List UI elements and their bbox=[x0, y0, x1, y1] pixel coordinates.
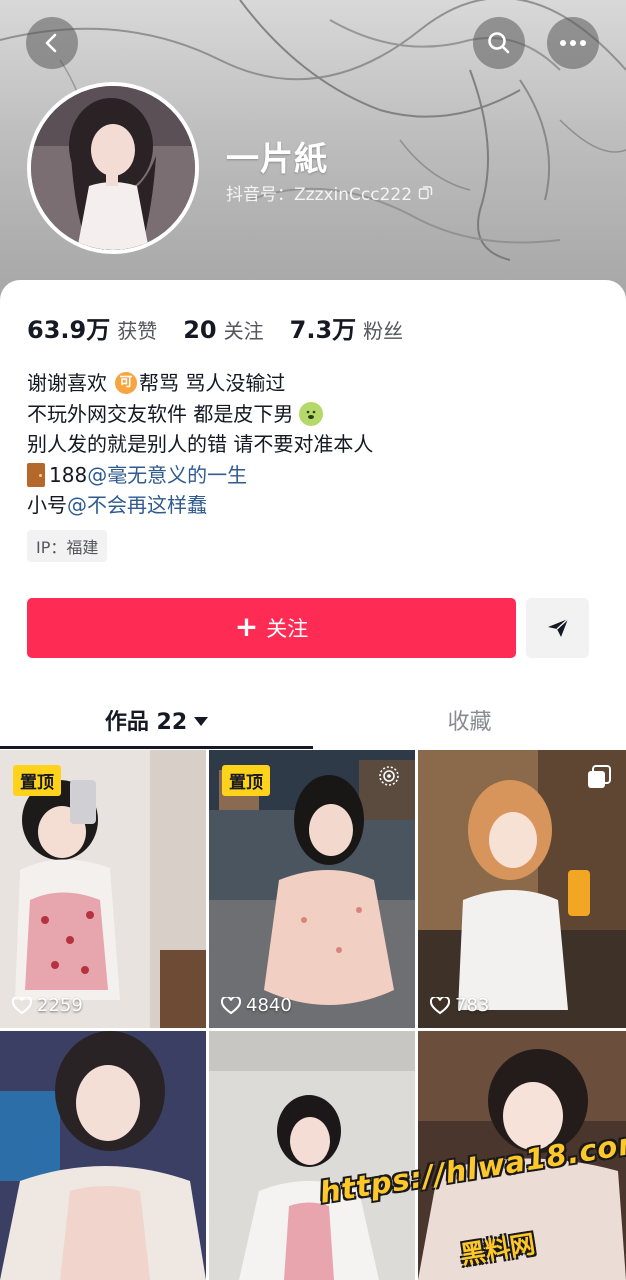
bio-text: 不玩外网交友软件 都是皮下男 bbox=[27, 401, 294, 426]
bio: 谢谢喜欢 可 帮骂 骂人没输过 不玩外网交友软件 都是皮下男 别人发的就是别人的… bbox=[27, 368, 373, 521]
thumbnail-image bbox=[418, 750, 626, 1028]
tab-indicator bbox=[0, 746, 313, 749]
search-icon bbox=[488, 32, 510, 54]
mention-link[interactable]: @不会再这样蠢 bbox=[67, 490, 207, 521]
stat-value: 63.9万 bbox=[27, 316, 111, 344]
copy-icon[interactable] bbox=[418, 185, 433, 200]
like-count-value: 783 bbox=[455, 995, 490, 1016]
stat-label: 粉丝 bbox=[363, 319, 404, 343]
follow-label: 关注 bbox=[266, 617, 309, 641]
heart-icon bbox=[221, 996, 241, 1014]
like-count: 783 bbox=[430, 995, 489, 1016]
stat-value: 7.3万 bbox=[289, 316, 357, 344]
stat-label: 获赞 bbox=[117, 319, 158, 343]
door-icon bbox=[27, 462, 45, 487]
bio-line: 188 @毫无意义的一生 bbox=[27, 460, 373, 491]
more-icon bbox=[560, 40, 586, 46]
bio-text: 别人发的就是别人的错 请不要对准本人 bbox=[27, 432, 374, 456]
stat-label: 关注 bbox=[223, 319, 264, 343]
bio-text: 188 bbox=[49, 462, 88, 487]
message-button[interactable] bbox=[526, 598, 589, 658]
profile-cover: 一片紙 抖音号：ZzzxinCcc222 bbox=[0, 0, 626, 300]
avatar[interactable] bbox=[27, 82, 199, 254]
bio-line: 谢谢喜欢 可 帮骂 骂人没输过 bbox=[27, 368, 373, 399]
like-count: 2259 bbox=[12, 995, 83, 1016]
douyin-id-text: 抖音号：ZzzxinCcc222 bbox=[226, 185, 413, 205]
thumbnail-image bbox=[0, 1031, 206, 1280]
thumbnail-image bbox=[209, 1031, 415, 1280]
caret-down-icon bbox=[194, 717, 209, 726]
video-thumbnail[interactable]: 783 bbox=[418, 750, 626, 1028]
like-count-value: 2259 bbox=[37, 995, 83, 1016]
content-tabs: 作品 22 收藏 bbox=[0, 694, 626, 750]
avatar-image bbox=[31, 86, 195, 250]
heart-icon bbox=[12, 996, 32, 1014]
pinned-badge: 置顶 bbox=[13, 765, 61, 796]
search-button[interactable] bbox=[473, 17, 525, 69]
bio-line: 小号 @不会再这样蠢 bbox=[27, 490, 373, 521]
stats-row: 63.9万 获赞 20 关注 7.3万 粉丝 bbox=[27, 310, 429, 345]
nickname: 一片紙 bbox=[226, 139, 328, 178]
like-count-value: 4840 bbox=[246, 995, 292, 1016]
video-thumbnail[interactable] bbox=[0, 1031, 206, 1280]
bio-text: 帮骂 骂人没输过 bbox=[139, 371, 286, 395]
douyin-id[interactable]: 抖音号：ZzzxinCcc222 bbox=[226, 180, 433, 205]
bio-text: 小号 bbox=[27, 493, 67, 517]
multi-image-icon bbox=[588, 765, 611, 788]
video-thumbnail[interactable]: 置顶 4840 bbox=[209, 750, 415, 1028]
bio-line: 别人发的就是别人的错 请不要对准本人 bbox=[27, 429, 373, 460]
ke-emoji-icon: 可 bbox=[115, 372, 137, 395]
video-thumbnail[interactable] bbox=[209, 1031, 415, 1280]
back-icon bbox=[45, 33, 57, 53]
stat-value: 20 bbox=[183, 316, 217, 344]
like-count: 4840 bbox=[221, 995, 292, 1016]
more-button[interactable] bbox=[547, 17, 599, 69]
mention-link[interactable]: @毫无意义的一生 bbox=[87, 460, 247, 491]
stat-following[interactable]: 20 关注 bbox=[183, 315, 263, 344]
send-icon bbox=[547, 618, 569, 637]
live-photo-icon bbox=[379, 766, 399, 786]
tab-collections[interactable]: 收藏 bbox=[313, 694, 626, 746]
stat-likes[interactable]: 63.9万 获赞 bbox=[27, 310, 157, 345]
plus-icon: + bbox=[234, 609, 259, 643]
video-thumbnail[interactable]: 置顶 2259 bbox=[0, 750, 206, 1028]
tab-collections-label: 收藏 bbox=[447, 710, 492, 735]
back-button[interactable] bbox=[26, 17, 78, 69]
bio-text: 谢谢喜欢 bbox=[27, 371, 107, 395]
pinned-badge: 置顶 bbox=[222, 765, 270, 796]
works-grid: 置顶 2259 置顶 4840 783 bbox=[0, 750, 626, 1280]
tab-works-label: 作品 22 bbox=[104, 710, 188, 735]
nauseated-face-icon bbox=[299, 401, 324, 426]
bio-line: 不玩外网交友软件 都是皮下男 bbox=[27, 399, 373, 430]
tab-works[interactable]: 作品 22 bbox=[0, 694, 313, 746]
stat-followers[interactable]: 7.3万 粉丝 bbox=[290, 310, 404, 345]
heart-icon bbox=[430, 996, 450, 1014]
follow-button[interactable]: + 关注 bbox=[27, 598, 516, 658]
ip-location-tag: IP：福建 bbox=[27, 530, 108, 562]
